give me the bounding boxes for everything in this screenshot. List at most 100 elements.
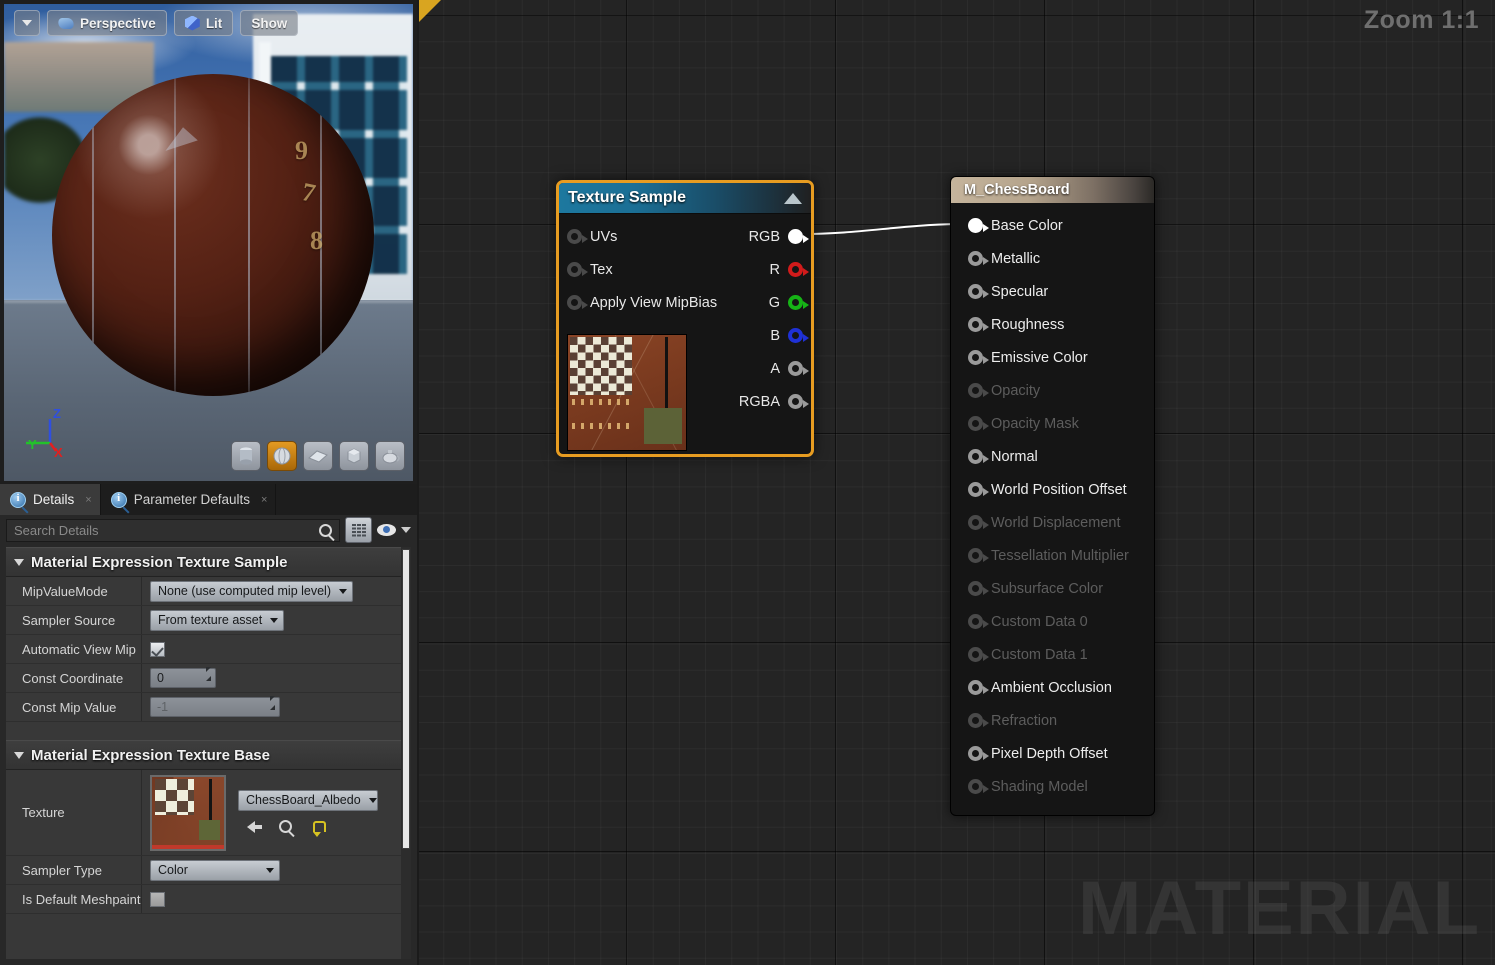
triangle-up-icon[interactable] [784, 192, 802, 204]
properties-scrollbar[interactable] [401, 547, 411, 959]
shape-sphere-button[interactable] [267, 441, 297, 471]
mipvaluemode-dropdown[interactable]: None (use computed mip level) [150, 580, 353, 602]
sphere-number: 8 [310, 226, 323, 255]
pin-output-rgba[interactable] [788, 394, 809, 409]
node-material-output[interactable]: M_ChessBoard Base Color Metallic Specula… [950, 176, 1155, 816]
pin-label: RGBA [738, 393, 780, 410]
pin-output-rgb[interactable] [788, 229, 809, 244]
property-row-automatic-view-mip: Automatic View Mip [6, 635, 411, 664]
pin-row-tex: Tex R [559, 253, 811, 286]
pin-label: RGB [748, 228, 780, 245]
category-header-texture-sample[interactable]: Material Expression Texture Sample [6, 547, 411, 577]
details-tab-bar: Details × Parameter Defaults × [0, 484, 417, 515]
scrollbar-thumb[interactable] [402, 549, 410, 849]
category-header-texture-base[interactable]: Material Expression Texture Base [6, 740, 411, 770]
chevron-down-icon[interactable] [401, 527, 411, 533]
pin-row-apply-view-mipbias: Apply View MipBias G [559, 286, 811, 319]
reset-to-default-icon[interactable] [310, 818, 328, 837]
shape-cylinder-button[interactable] [231, 441, 261, 471]
pin-input-emissive-color[interactable] [968, 350, 989, 365]
sampler-type-dropdown[interactable]: Color [150, 859, 280, 881]
grid-view-button[interactable] [345, 517, 372, 543]
pin-input-shading-model [968, 779, 989, 794]
view-mode-label: Lit [205, 15, 223, 31]
shape-teapot-button[interactable] [375, 441, 405, 471]
pin-input-ambient-occlusion[interactable] [968, 680, 989, 695]
pin-input-uvs[interactable] [567, 229, 588, 244]
pin-input-apply-view-mipbias[interactable] [567, 295, 588, 310]
pin-label: Apply View MipBias [590, 294, 718, 311]
shape-cube-button[interactable] [339, 441, 369, 471]
is-default-meshpaint-checkbox[interactable] [150, 891, 165, 907]
preview-sphere-mesh[interactable]: 9 7 8 [52, 74, 374, 396]
browse-asset-icon[interactable] [276, 818, 294, 836]
viewport-options-button[interactable] [14, 10, 40, 36]
pin-input-world-position-offset[interactable] [968, 482, 989, 497]
pin-output-r[interactable] [788, 262, 809, 277]
pin-input-tex[interactable] [567, 262, 588, 277]
pin-label: Shading Model [991, 778, 1088, 795]
property-label: Automatic View Mip [6, 635, 142, 663]
show-label: Show [251, 15, 288, 31]
graph-watermark: MATERIAL [1078, 866, 1481, 951]
pin-row-base-color: Base Color [951, 209, 1154, 242]
pin-output-a[interactable] [788, 361, 809, 376]
chevron-down-icon [339, 588, 347, 594]
property-row-sampler-source: Sampler Source From texture asset [6, 606, 411, 635]
pin-input-pixel-depth-offset[interactable] [968, 746, 989, 761]
pin-input-roughness[interactable] [968, 317, 989, 332]
const-coordinate-value: 0 [157, 671, 164, 685]
search-input[interactable] [6, 518, 340, 542]
pin-input-tessellation-multiplier [968, 548, 989, 563]
graph-corner-marker [419, 0, 441, 22]
close-icon[interactable]: × [85, 494, 91, 506]
pin-input-metallic[interactable] [968, 251, 989, 266]
category-title: Material Expression Texture Base [31, 746, 270, 764]
camera-mode-button[interactable]: Perspective [47, 10, 167, 36]
sphere-meridian [174, 74, 176, 396]
mipvaluemode-value: None (use computed mip level) [158, 584, 331, 598]
texture-asset-thumbnail[interactable] [150, 774, 226, 851]
category-gap [6, 722, 411, 740]
pin-output-b[interactable] [788, 328, 809, 343]
sampler-source-dropdown[interactable]: From texture asset [150, 609, 285, 631]
use-selected-asset-icon[interactable] [242, 818, 262, 836]
sphere-meridian [92, 74, 94, 396]
const-coordinate-input[interactable]: 0 [150, 666, 216, 688]
pin-label: Subsurface Color [991, 580, 1104, 597]
automatic-view-mip-checkbox[interactable] [150, 641, 165, 657]
pin-row-emissive-color: Emissive Color [951, 341, 1154, 374]
property-label: Sampler Type [6, 856, 142, 884]
tab-details[interactable]: Details × [0, 484, 101, 515]
texture-asset-picker[interactable]: ChessBoard_Albedo [238, 789, 378, 811]
thumbnail-dot-row [572, 399, 634, 405]
view-mode-button[interactable]: Lit [173, 10, 234, 36]
node-texture-sample-header[interactable]: Texture Sample [559, 183, 811, 214]
sampler-type-value: Color [158, 863, 188, 877]
pin-row-pixel-depth-offset: Pixel Depth Offset [951, 737, 1154, 770]
perspective-icon [56, 17, 76, 29]
search-icon[interactable] [319, 523, 332, 537]
eye-icon[interactable] [377, 524, 396, 536]
spinner-icon [270, 695, 275, 710]
triangle-down-icon [14, 751, 24, 759]
property-label: Is Default Meshpaint [6, 885, 142, 913]
show-flags-button[interactable]: Show [240, 10, 299, 36]
material-preview-viewport[interactable]: 9 7 8 Perspective Lit Show Z Y X [4, 4, 413, 481]
pin-input-base-color[interactable] [968, 218, 989, 233]
material-graph-canvas[interactable]: Zoom 1:1 MATERIAL Texture Sample UVs RGB [419, 0, 1495, 965]
node-title: Texture Sample [568, 189, 686, 206]
spinner-icon[interactable] [206, 666, 211, 681]
shape-plane-button[interactable] [303, 441, 333, 471]
pin-output-g[interactable] [788, 295, 809, 310]
pin-row-uvs: UVs RGB [559, 220, 811, 253]
node-texture-sample[interactable]: Texture Sample UVs RGB Tex R Apply View … [556, 180, 814, 457]
pin-input-normal[interactable] [968, 449, 989, 464]
details-properties-list[interactable]: Material Expression Texture Sample MipVa… [6, 547, 411, 959]
pin-input-specular[interactable] [968, 284, 989, 299]
tab-parameter-defaults[interactable]: Parameter Defaults × [101, 484, 277, 515]
pin-row-custom-data-1: Custom Data 1 [951, 638, 1154, 671]
node-texture-thumbnail[interactable] [567, 334, 687, 451]
close-icon[interactable]: × [261, 494, 267, 506]
node-material-header[interactable]: M_ChessBoard [951, 177, 1154, 203]
